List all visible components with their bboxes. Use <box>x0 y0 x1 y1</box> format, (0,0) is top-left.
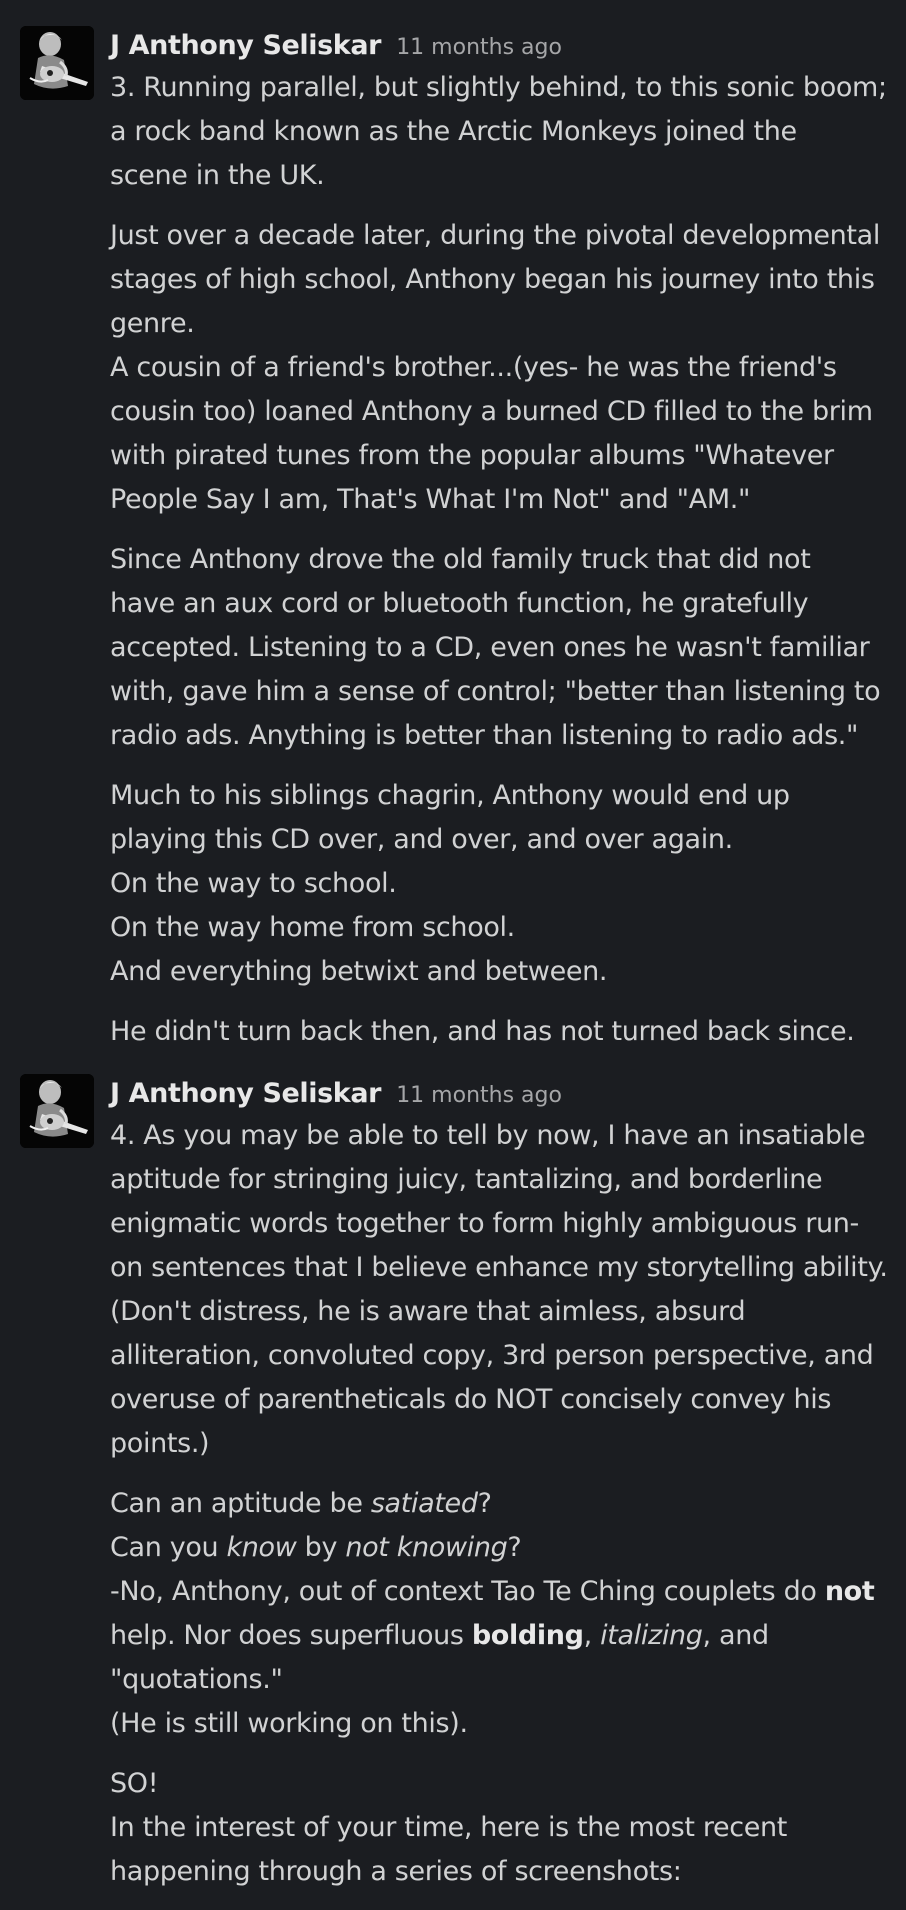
text-line: On the way to school. <box>110 868 397 899</box>
message-body: 4. As you may be able to tell by now, I … <box>110 1114 888 1894</box>
text-line: Since Anthony drove the old family truck… <box>110 544 811 575</box>
text-line: a rock band known as the Arctic Monkeys … <box>110 116 797 147</box>
message-body: 3. Running parallel, but slightly behind… <box>110 66 888 1054</box>
text-line: overuse of parentheticals do NOT concise… <box>110 1384 832 1415</box>
text-run: , <box>583 1620 601 1651</box>
text-line: (He is still working on this). <box>110 1708 468 1739</box>
text-line: Can an aptitude be satiated? <box>110 1482 888 1526</box>
guitarist-photo-icon <box>20 26 94 100</box>
text-line: on sentences that I believe enhance my s… <box>110 1252 888 1283</box>
text-line: have an aux cord or bluetooth function, … <box>110 588 809 619</box>
text-line: with, gave him a sense of control; "bett… <box>110 676 881 707</box>
guitarist-photo-icon <box>20 1074 94 1148</box>
italic-text: know <box>226 1532 297 1563</box>
text-line: And everything betwixt and between. <box>110 956 608 987</box>
text-line: happening through a series of screenshot… <box>110 1856 682 1887</box>
text-line: aptitude for stringing juicy, tantalizin… <box>110 1164 823 1195</box>
text-line: stages of high school, Anthony began his… <box>110 264 875 295</box>
paragraph: Can an aptitude be satiated? Can you kno… <box>110 1482 888 1746</box>
text-line: with pirated tunes from the popular albu… <box>110 440 834 471</box>
paragraph: Just over a decade later, during the piv… <box>110 214 888 522</box>
paragraph: Much to his siblings chagrin, Anthony wo… <box>110 774 888 994</box>
text-line: A cousin of a friend's brother...(yes- h… <box>110 352 837 383</box>
text-line: Much to his siblings chagrin, Anthony wo… <box>110 780 790 811</box>
bold-text: not <box>824 1576 875 1607</box>
text-run: -No, Anthony, out of context Tao Te Chin… <box>110 1576 825 1607</box>
text-line: help. Nor does superfluous bolding, ital… <box>110 1614 888 1658</box>
text-line: SO! <box>110 1768 159 1799</box>
text-run: help. Nor does superfluous <box>110 1620 472 1651</box>
text-run: Can you <box>110 1532 227 1563</box>
text-run: , and <box>702 1620 770 1651</box>
bold-text: bolding <box>471 1620 584 1651</box>
italic-text: not knowing <box>345 1532 508 1563</box>
text-line: He didn't turn back then, and has not tu… <box>110 1016 855 1047</box>
paragraph: He didn't turn back then, and has not tu… <box>110 1010 888 1054</box>
message-header: J Anthony Seliskar 11 months ago <box>110 26 888 66</box>
message-header: J Anthony Seliskar 11 months ago <box>110 1074 888 1114</box>
text-line: enigmatic words together to form highly … <box>110 1208 859 1239</box>
text-line: scene in the UK. <box>110 160 325 191</box>
italic-text: satiated <box>370 1488 478 1519</box>
text-line: (Don't distress, he is aware that aimles… <box>110 1296 746 1327</box>
text-line: points.) <box>110 1428 210 1459</box>
italic-text: italizing <box>600 1620 703 1651</box>
text-run: Can an aptitude be <box>110 1488 371 1519</box>
text-line: cousin too) loaned Anthony a burned CD f… <box>110 396 873 427</box>
text-line: In the interest of your time, here is th… <box>110 1812 788 1843</box>
text-line: 4. As you may be able to tell by now, I … <box>110 1120 866 1151</box>
text-run: ? <box>507 1532 522 1563</box>
text-line: playing this CD over, and over, and over… <box>110 824 733 855</box>
timestamp[interactable]: 11 months ago <box>396 35 562 60</box>
text-line: "quotations." <box>110 1664 283 1695</box>
author-name[interactable]: J Anthony Seliskar <box>110 1078 381 1109</box>
text-line: People Say I am, That's What I'm Not" an… <box>110 484 751 515</box>
avatar[interactable] <box>20 1074 94 1148</box>
text-line: Can you know by not knowing? <box>110 1526 888 1570</box>
avatar[interactable] <box>20 26 94 100</box>
text-run: ? <box>477 1488 492 1519</box>
text-line: accepted. Listening to a CD, even ones h… <box>110 632 870 663</box>
text-line: On the way home from school. <box>110 912 515 943</box>
paragraph: 3. Running parallel, but slightly behind… <box>110 66 888 198</box>
message-feed: J Anthony Seliskar 11 months ago 3. Runn… <box>0 0 906 1887</box>
paragraph: SO! In the interest of your time, here i… <box>110 1762 888 1894</box>
text-run: by <box>296 1532 346 1563</box>
text-line: radio ads. Anything is better than liste… <box>110 720 859 751</box>
text-line: Just over a decade later, during the piv… <box>110 220 881 251</box>
text-line: alliteration, convoluted copy, 3rd perso… <box>110 1340 874 1371</box>
timestamp[interactable]: 11 months ago <box>396 1083 562 1108</box>
text-line: genre. <box>110 308 195 339</box>
text-line: -No, Anthony, out of context Tao Te Chin… <box>110 1570 888 1614</box>
paragraph: Since Anthony drove the old family truck… <box>110 538 888 758</box>
paragraph: 4. As you may be able to tell by now, I … <box>110 1114 888 1466</box>
text-line: 3. Running parallel, but slightly behind… <box>110 72 887 103</box>
author-name[interactable]: J Anthony Seliskar <box>110 30 381 61</box>
